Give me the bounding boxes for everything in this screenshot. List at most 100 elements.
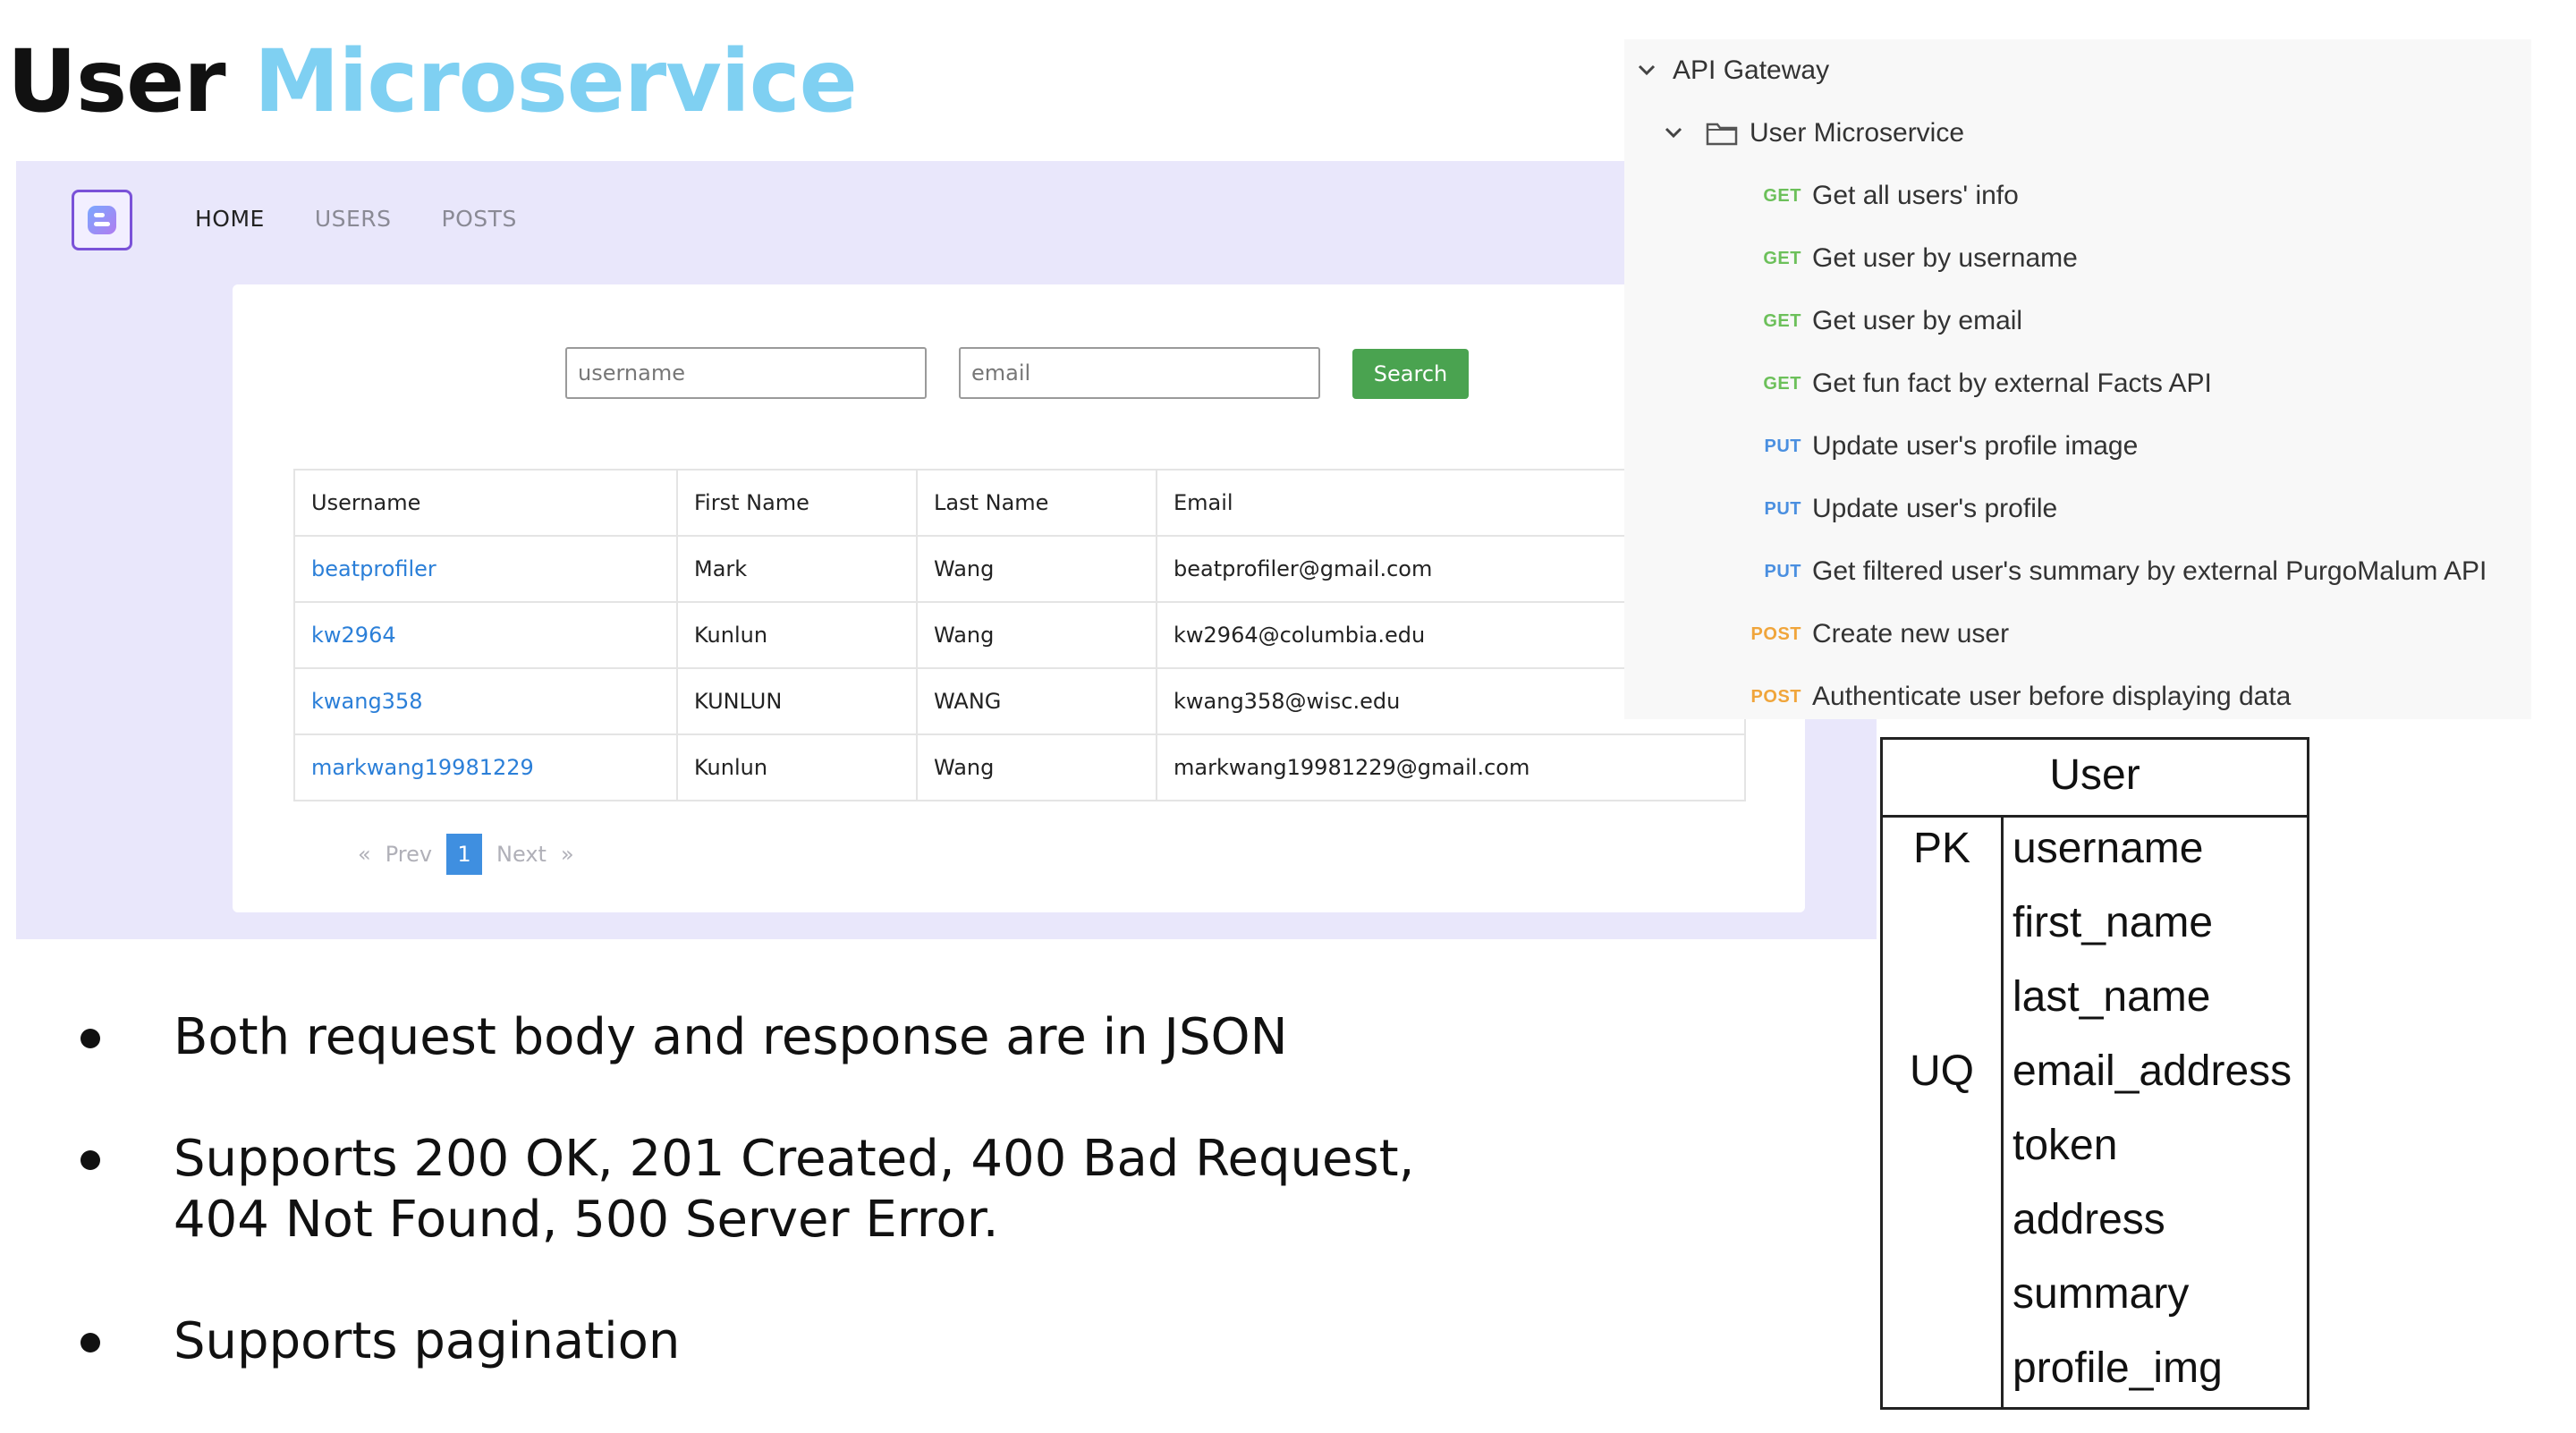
cell-last-name: Wang <box>916 601 1157 669</box>
entity-key <box>1883 966 2001 1040</box>
endpoint-item[interactable]: POST Create new user <box>1735 603 2010 666</box>
bullet-text-line2: 404 Not Found, 500 Server Error. <box>174 1191 999 1249</box>
chevron-down-icon[interactable] <box>1631 57 1662 84</box>
cell-username: kw2964 <box>293 601 678 669</box>
endpoint-item[interactable]: GET Get user by username <box>1735 227 2077 290</box>
slide-title-part2: Microservice <box>253 31 858 131</box>
entity-field: username <box>2012 825 2204 872</box>
table-header-row: Username First Name Last Name Email <box>293 469 1746 537</box>
endpoint-name: Update user's profile image <box>1812 431 2139 461</box>
method-badge: GET <box>1763 185 1801 206</box>
endpoint-name: Update user's profile <box>1812 494 2058 523</box>
username-link[interactable]: kw2964 <box>311 623 396 648</box>
bullet-text: Supports 200 OK, 201 Created, 400 Bad Re… <box>174 1130 1415 1188</box>
entity-field: profile_img <box>2012 1344 2223 1392</box>
first-page-link[interactable]: « <box>358 842 371 867</box>
cell-username: kwang358 <box>293 667 678 735</box>
entity-key <box>1883 1115 2001 1189</box>
bullet-item: Supports 200 OK, 201 Created, 400 Bad Re… <box>72 1129 1414 1251</box>
endpoint-name: Get fun fact by external Facts API <box>1812 369 2212 398</box>
cell-username: markwang19981229 <box>293 733 678 801</box>
method-badge: GET <box>1763 310 1801 331</box>
method-badge: POST <box>1750 686 1801 707</box>
blogger-logo-icon <box>88 206 116 234</box>
method-badge: PUT <box>1764 436 1801 456</box>
endpoint-item[interactable]: PUT Update user's profile <box>1735 478 2058 540</box>
bullet-text: Both request body and response are in JS… <box>174 1008 1288 1066</box>
cell-email: markwang19981229@gmail.com <box>1156 733 1746 801</box>
tree-root-api-gateway[interactable]: API Gateway <box>1631 39 1829 102</box>
chevron-down-icon[interactable] <box>1658 120 1689 147</box>
users-table: Username First Name Last Name Email beat… <box>293 469 1746 801</box>
cell-first-name: Kunlun <box>676 601 918 669</box>
entity-key <box>1883 892 2001 966</box>
tree-folder-label: User Microservice <box>1750 118 1965 148</box>
cell-username: beatprofiler <box>293 535 678 603</box>
prev-page-link[interactable]: Prev <box>386 842 432 867</box>
nav-home[interactable]: HOME <box>195 206 265 232</box>
endpoint-item[interactable]: GET Get all users' info <box>1735 165 2019 227</box>
endpoint-item[interactable]: POST Authenticate user before displaying… <box>1735 666 2292 728</box>
users-card: Search Username First Name Last Name Ema… <box>233 284 1805 912</box>
table-row: kwang358 KUNLUN WANG kwang358@wisc.edu <box>293 667 1746 735</box>
nav-users[interactable]: USERS <box>315 206 392 232</box>
next-page-link[interactable]: Next <box>496 842 547 867</box>
tree-root-label: API Gateway <box>1673 55 1830 85</box>
endpoint-item[interactable]: GET Get fun fact by external Facts API <box>1735 352 2212 415</box>
endpoint-name: Create new user <box>1812 619 2010 649</box>
last-page-link[interactable]: » <box>561 842 574 867</box>
entity-field: summary <box>2012 1270 2190 1318</box>
endpoint-item[interactable]: PUT Update user's profile image <box>1735 415 2139 478</box>
endpoint-name: Get user by email <box>1812 306 2023 335</box>
cell-first-name: Kunlun <box>676 733 918 801</box>
entity-key: PK <box>1912 825 1971 872</box>
webapp-screenshot: HOME USERS POSTS Search Username First N… <box>16 161 1877 939</box>
bullet-item: Supports pagination <box>72 1311 1414 1372</box>
username-link[interactable]: beatprofiler <box>311 556 436 581</box>
bullet-dot-icon <box>80 1333 100 1352</box>
entity-field-column: username first_name last_name email_addr… <box>2004 818 2307 1407</box>
method-badge: POST <box>1750 623 1801 644</box>
entity-title: User <box>1883 740 2307 818</box>
table-row: kw2964 Kunlun Wang kw2964@columbia.edu <box>293 601 1746 669</box>
endpoint-name: Get filtered user's summary by external … <box>1812 556 2487 586</box>
entity-field: token <box>2012 1122 2118 1169</box>
entity-key <box>1883 1263 2001 1337</box>
column-header-first-name: First Name <box>676 469 918 537</box>
endpoint-name: Get all users' info <box>1812 181 2019 210</box>
email-search-input[interactable] <box>959 347 1320 399</box>
entity-field: address <box>2012 1196 2165 1243</box>
bullet-item: Both request body and response are in JS… <box>72 1007 1414 1068</box>
entity-key <box>1883 1189 2001 1263</box>
cell-last-name: WANG <box>916 667 1157 735</box>
page-1-button[interactable]: 1 <box>446 834 483 875</box>
table-row: beatprofiler Mark Wang beatprofiler@gmai… <box>293 535 1746 603</box>
cell-last-name: Wang <box>916 733 1157 801</box>
search-button[interactable]: Search <box>1352 349 1469 399</box>
username-link[interactable]: markwang19981229 <box>311 755 534 780</box>
endpoint-name: Authenticate user before displaying data <box>1812 682 2292 711</box>
cell-first-name: KUNLUN <box>676 667 918 735</box>
username-link[interactable]: kwang358 <box>311 689 423 714</box>
tree-folder-user-microservice[interactable]: User Microservice <box>1658 102 1964 165</box>
cell-last-name: Wang <box>916 535 1157 603</box>
column-header-username: Username <box>293 469 678 537</box>
entity-key: UQ <box>1910 1047 1974 1095</box>
endpoint-item[interactable]: GET Get user by email <box>1735 290 2022 352</box>
entity-field: email_address <box>2012 1047 2292 1095</box>
nav-posts[interactable]: POSTS <box>442 206 517 232</box>
method-badge: PUT <box>1764 561 1801 581</box>
column-header-last-name: Last Name <box>916 469 1157 537</box>
folder-icon <box>1706 123 1738 146</box>
bullet-dot-icon <box>80 1150 100 1170</box>
method-badge: PUT <box>1764 498 1801 519</box>
entity-key <box>1883 1337 2001 1412</box>
app-logo-icon[interactable] <box>72 190 132 250</box>
method-badge: GET <box>1763 248 1801 268</box>
slide-title-part1: User <box>7 31 226 131</box>
username-search-input[interactable] <box>565 347 927 399</box>
slide-title: User Microservice <box>7 23 858 140</box>
table-row: markwang19981229 Kunlun Wang markwang199… <box>293 733 1746 801</box>
endpoint-item[interactable]: PUT Get filtered user's summary by exter… <box>1735 540 2487 603</box>
feature-bullets: Both request body and response are in JS… <box>72 1007 1414 1433</box>
